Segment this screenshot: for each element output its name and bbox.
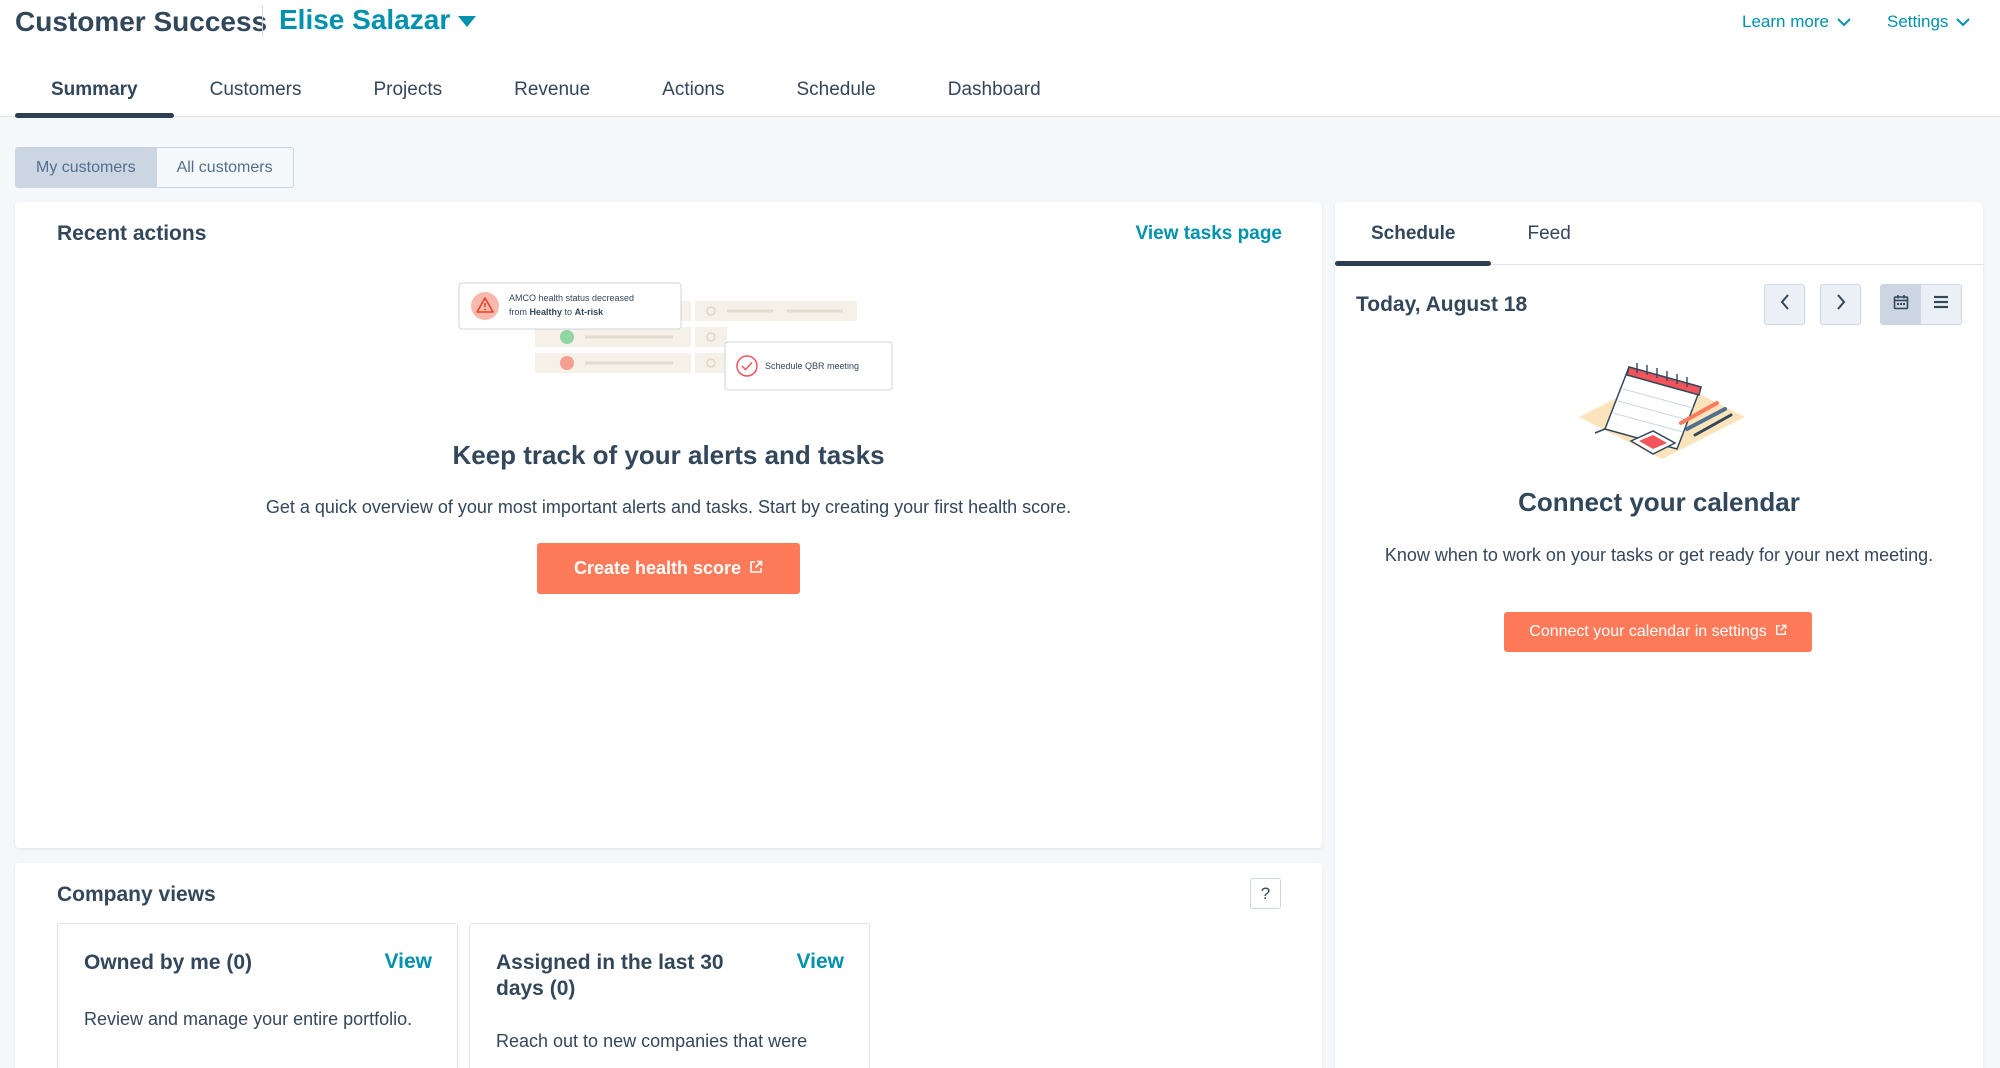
tab-schedule-panel[interactable]: Schedule — [1335, 202, 1492, 266]
tab-schedule[interactable]: Schedule — [760, 62, 911, 118]
view-link[interactable]: View — [385, 950, 432, 974]
external-link-icon — [1775, 623, 1787, 641]
external-link-icon — [749, 558, 763, 579]
view-card-title: Assigned in the last 30 days (0) — [496, 951, 724, 1000]
tab-customers[interactable]: Customers — [174, 62, 338, 118]
connect-calendar-text: Know when to work on your tasks or get r… — [1384, 545, 1934, 565]
schedule-card: Schedule Feed Today, August 18 Connect y… — [1335, 202, 1983, 1068]
create-health-score-button[interactable]: Create health score — [537, 543, 800, 594]
list-icon — [1933, 295, 1949, 314]
view-link[interactable]: View — [797, 950, 844, 974]
tab-actions[interactable]: Actions — [626, 62, 760, 118]
alerts-empty-text: Get a quick overview of your most import… — [265, 497, 1072, 517]
calendar-illustration — [1579, 363, 1745, 459]
view-tasks-link[interactable]: View tasks page — [1136, 223, 1282, 245]
calendar-icon — [1893, 294, 1909, 315]
chevron-down-icon — [1837, 17, 1851, 27]
company-views-title: Company views — [57, 883, 216, 906]
alert-text-line1: AMCO health status decreased — [509, 293, 634, 303]
tab-dashboard[interactable]: Dashboard — [912, 62, 1077, 118]
recent-actions-title: Recent actions — [57, 222, 207, 245]
create-health-score-label: Create health score — [573, 558, 742, 578]
user-switcher[interactable]: Elise Salazar — [279, 4, 477, 36]
schedule-tabs: Schedule Feed — [1335, 202, 1983, 266]
tab-projects[interactable]: Projects — [337, 62, 478, 118]
alerts-tasks-illustration: AMCO health status decreased from Health… — [458, 282, 893, 391]
user-name: Elise Salazar — [279, 4, 451, 35]
chevron-down-icon — [1956, 17, 1971, 27]
all-customers-button[interactable]: All customers — [156, 147, 294, 188]
alerts-empty-title: Keep track of your alerts and tasks — [452, 440, 885, 470]
connect-calendar-button[interactable]: Connect your calendar in settings — [1504, 612, 1812, 652]
learn-more-label: Learn more — [1742, 12, 1829, 31]
top-bar: Customer Success Elise Salazar Learn mor… — [0, 0, 2000, 118]
alert-text-line2: from Healthy to At-risk — [509, 307, 604, 317]
customer-scope-toggle: My customers All customers — [15, 147, 294, 188]
connect-calendar-label: Connect your calendar in settings — [1529, 623, 1767, 640]
main-tabs: Summary Customers Projects Revenue Actio… — [15, 62, 1077, 118]
view-card-title: Owned by me (0) — [84, 951, 253, 974]
tab-summary[interactable]: Summary — [15, 62, 174, 118]
calendar-view-button[interactable] — [1880, 284, 1921, 325]
view-card-owned-by-me: Owned by me (0) View Review and manage y… — [57, 923, 458, 1068]
chevron-right-icon — [1836, 294, 1846, 315]
title-divider — [262, 6, 263, 36]
previous-day-button[interactable] — [1764, 284, 1805, 325]
caret-down-icon — [458, 15, 477, 27]
view-card-description: Review and manage your entire portfolio. — [84, 1009, 413, 1029]
my-customers-button[interactable]: My customers — [15, 147, 157, 188]
current-date: Today, August 18 — [1356, 293, 1528, 316]
next-day-button[interactable] — [1820, 284, 1861, 325]
view-card-assigned-recent: Assigned in the last 30 days (0) View Re… — [469, 923, 870, 1068]
learn-more-menu[interactable]: Learn more — [1742, 12, 1851, 32]
tab-revenue[interactable]: Revenue — [478, 62, 626, 118]
tab-feed[interactable]: Feed — [1491, 202, 1606, 265]
list-view-button[interactable] — [1921, 284, 1962, 325]
settings-menu[interactable]: Settings — [1887, 12, 1971, 32]
view-card-description: Reach out to new companies that were — [496, 1031, 808, 1051]
settings-label: Settings — [1887, 12, 1949, 31]
schedule-view-toggle — [1880, 284, 1962, 325]
recent-actions-card: Recent actions View tasks page AMCO heal… — [15, 202, 1322, 848]
warning-triangle-icon — [471, 292, 499, 320]
task-label: Schedule QBR meeting — [765, 361, 859, 371]
company-views-card: Company views ? Owned by me (0) View Rev… — [15, 863, 1322, 1068]
connect-calendar-title: Connect your calendar — [1518, 487, 1800, 517]
app-title: Customer Success — [15, 6, 268, 37]
help-button[interactable]: ? — [1250, 878, 1281, 909]
chevron-left-icon — [1780, 294, 1790, 315]
